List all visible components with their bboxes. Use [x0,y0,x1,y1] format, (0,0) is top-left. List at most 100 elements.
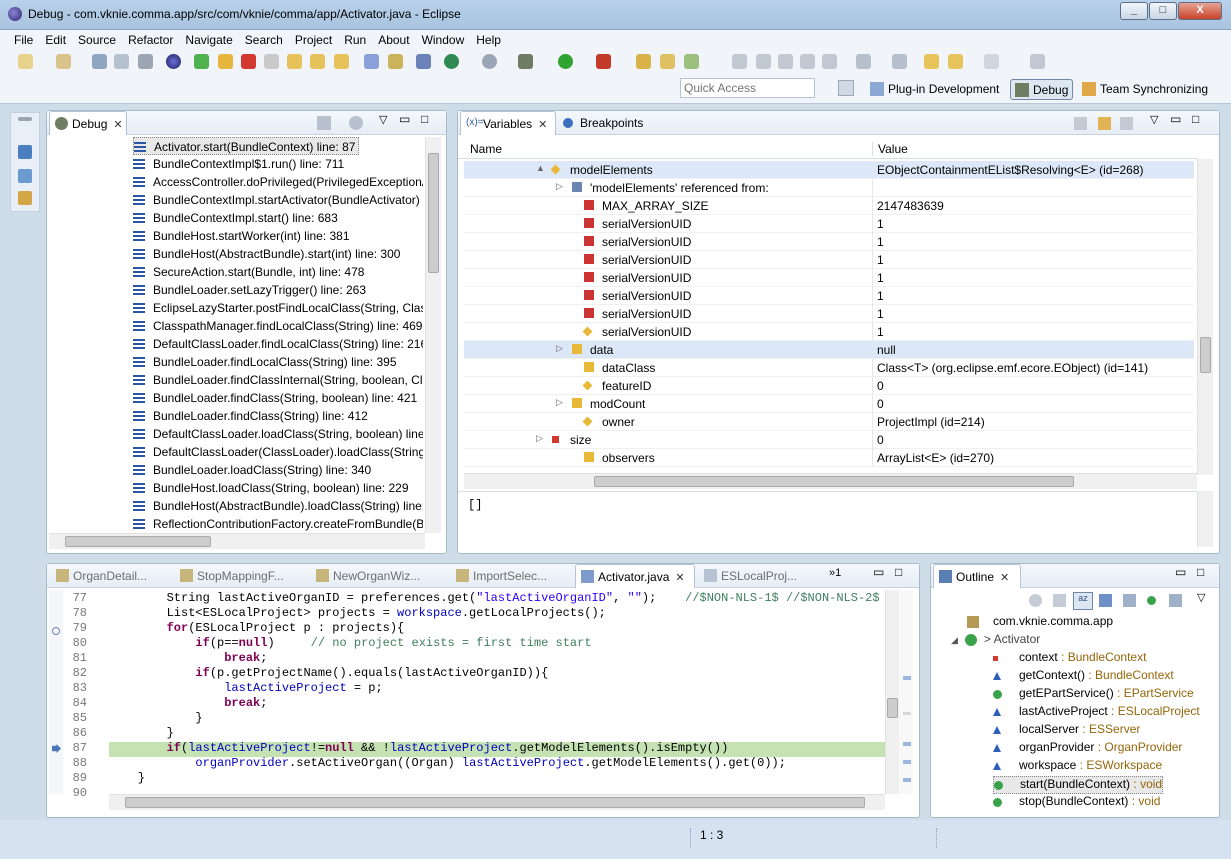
block-selection-icon[interactable] [778,54,793,69]
column-value-header[interactable]: Value [872,142,908,156]
outline-member[interactable]: start(BundleContext) : void [993,776,1164,794]
hide-fields-icon[interactable] [1099,594,1112,607]
minimize-view-icon[interactable]: ▭ [399,112,410,126]
outline-member[interactable]: workspace : ESWorkspace [993,758,1162,776]
code-line[interactable]: if(p.getProjectName().equals(lastActiveO… [109,666,548,680]
previous-annotation-icon[interactable] [892,54,907,69]
collapse-all-icon[interactable] [1053,594,1066,607]
maximize-button[interactable]: □ [1149,2,1177,20]
trim-menu-icon[interactable] [18,117,32,121]
hide-local-types-icon[interactable] [1169,594,1182,607]
use-step-filters-icon[interactable] [388,54,403,69]
perspective-debug[interactable]: Debug [1010,79,1074,100]
tab-debug[interactable]: Debug ✕ [49,111,127,135]
print-icon[interactable] [138,54,153,69]
debug-vscrollbar[interactable] [425,137,441,533]
minimize-editor-icon[interactable]: ▭ [873,565,884,579]
variable-row[interactable]: serialVersionUID 1 [464,323,1194,341]
save-icon[interactable] [92,54,107,69]
drop-to-frame-icon[interactable] [364,54,379,69]
annotation-marker[interactable] [903,712,911,715]
code-line[interactable]: lastActiveProject = p; [109,681,382,695]
paragraph-icon[interactable] [822,54,837,69]
code-line[interactable]: String lastActiveOrganID = preferences.g… [109,591,880,605]
stack-frame[interactable]: Activator.start(BundleContext) line: 87 [133,137,359,155]
pin-editor-icon[interactable] [1030,54,1045,69]
variable-row[interactable]: serialVersionUID 1 [464,251,1194,269]
menu-help[interactable]: Help [470,30,507,47]
menu-window[interactable]: Window [416,30,471,47]
maximize-view-icon[interactable]: □ [421,112,428,126]
variable-row[interactable]: serialVersionUID 1 [464,287,1194,305]
stack-frame[interactable]: BundleContextImpl.startActivator(BundleA… [133,191,423,209]
stack-frame[interactable]: BundleContextImpl.start() line: 683 [133,209,423,227]
show-type-names-icon[interactable] [1074,117,1087,130]
sort-icon[interactable]: az [1073,592,1093,610]
code-line[interactable]: } [109,711,202,725]
scroll-thumb[interactable] [594,476,1074,487]
hide-nonpublic-icon[interactable] [1147,596,1156,605]
outline-class[interactable]: ◢ > Activator [951,632,1040,650]
outline-member[interactable]: context : BundleContext [993,650,1146,668]
stack-frame[interactable]: ReflectionContributionFactory.createFrom… [133,515,423,533]
tab-activator[interactable]: Activator.java ✕ [575,564,695,588]
search-view-icon[interactable] [18,191,32,205]
collapse-all-icon[interactable] [1120,117,1133,130]
open-folder-icon[interactable] [660,54,675,69]
annotation-marker[interactable] [903,676,911,680]
annotation-marker[interactable] [903,742,911,746]
stack-frame[interactable]: BundleLoader.loadClass(String) line: 340 [133,461,423,479]
stack-frame[interactable]: BundleLoader.findClassInternal(String, b… [133,371,423,389]
tasks-icon[interactable] [18,169,32,183]
tab-neworganwiz[interactable]: NewOrganWiz... [311,564,431,588]
tab-stopmapping[interactable]: StopMappingF... [175,564,295,588]
scroll-thumb[interactable] [125,797,865,808]
stack-frame[interactable]: BundleHost.startWorker(int) line: 381 [133,227,423,245]
new-project-icon[interactable] [56,54,71,69]
threads-icon[interactable] [349,116,363,130]
outline-member[interactable]: organProvider : OrganProvider [993,740,1182,758]
stack-frame[interactable]: BundleLoader.findLocalClass(String) line… [133,353,423,371]
bug-icon[interactable] [518,54,533,69]
perspective-plugin-development[interactable]: Plug-in Development [866,79,1003,100]
code-line[interactable]: if(p==null) // no project exists = first… [109,636,591,650]
annotation-marker[interactable] [903,760,911,764]
minimize-button[interactable]: _ [1120,2,1148,20]
stack-frame[interactable]: DefaultClassLoader.findLocalClass(String… [133,335,423,353]
minimize-view-icon[interactable]: ▭ [1175,565,1186,579]
stack-frame[interactable]: BundleLoader.setLazyTrigger() line: 263 [133,281,423,299]
stack-frame[interactable]: EclipseLazyStarter.postFindLocalClass(St… [133,299,423,317]
perspective-team-sync[interactable]: Team Synchronizing [1078,79,1212,100]
step-over-icon[interactable] [310,54,325,69]
stack-frame[interactable]: DefaultClassLoader(ClassLoader).loadClas… [133,443,423,461]
menu-project[interactable]: Project [289,30,338,47]
stack-frame[interactable]: ClasspathManager.findLocalClass(String) … [133,317,423,335]
outline-member[interactable]: stop(BundleContext) : void [993,794,1160,812]
stack-frame[interactable]: BundleLoader.findClass(String, boolean) … [133,389,423,407]
details-vscrollbar[interactable] [1197,491,1213,547]
stack-frame[interactable]: BundleHost(AbstractBundle).loadClass(Str… [133,497,423,515]
variables-vscrollbar[interactable] [1197,159,1213,475]
last-edit-location-icon[interactable] [924,54,939,69]
debug-hscrollbar[interactable] [49,533,425,549]
disconnect-icon[interactable] [264,54,279,69]
variable-row[interactable]: serialVersionUID 1 [464,269,1194,287]
scroll-thumb[interactable] [1200,337,1211,373]
code-line[interactable]: List<ESLocalProject> projects = workspac… [109,606,606,620]
variable-row[interactable]: MAX_ARRAY_SIZE 2147483639 [464,197,1194,215]
view-menu-icon[interactable]: ▽ [1197,591,1205,604]
maximize-view-icon[interactable]: □ [1192,112,1199,126]
code-line[interactable]: if(lastActiveProject!=null && !lastActiv… [109,741,729,755]
variable-row[interactable]: ▲ modelElements EObjectContainmentEList$Re… [464,161,1194,179]
menu-file[interactable]: File [8,30,39,47]
expand-arrow-icon[interactable]: ▷ [556,397,563,408]
code-line[interactable]: organProvider.setActiveOrgan((Organ) las… [109,756,786,770]
focus-icon[interactable] [1029,594,1042,607]
variable-row[interactable]: serialVersionUID 1 [464,215,1194,233]
console-icon[interactable] [18,145,32,159]
coverage-icon[interactable] [482,54,497,69]
run-icon[interactable] [558,54,573,69]
close-icon[interactable]: ✕ [538,119,547,131]
outline-member[interactable]: getContext() : BundleContext [993,668,1174,686]
skip-breakpoints-icon[interactable] [416,54,431,69]
